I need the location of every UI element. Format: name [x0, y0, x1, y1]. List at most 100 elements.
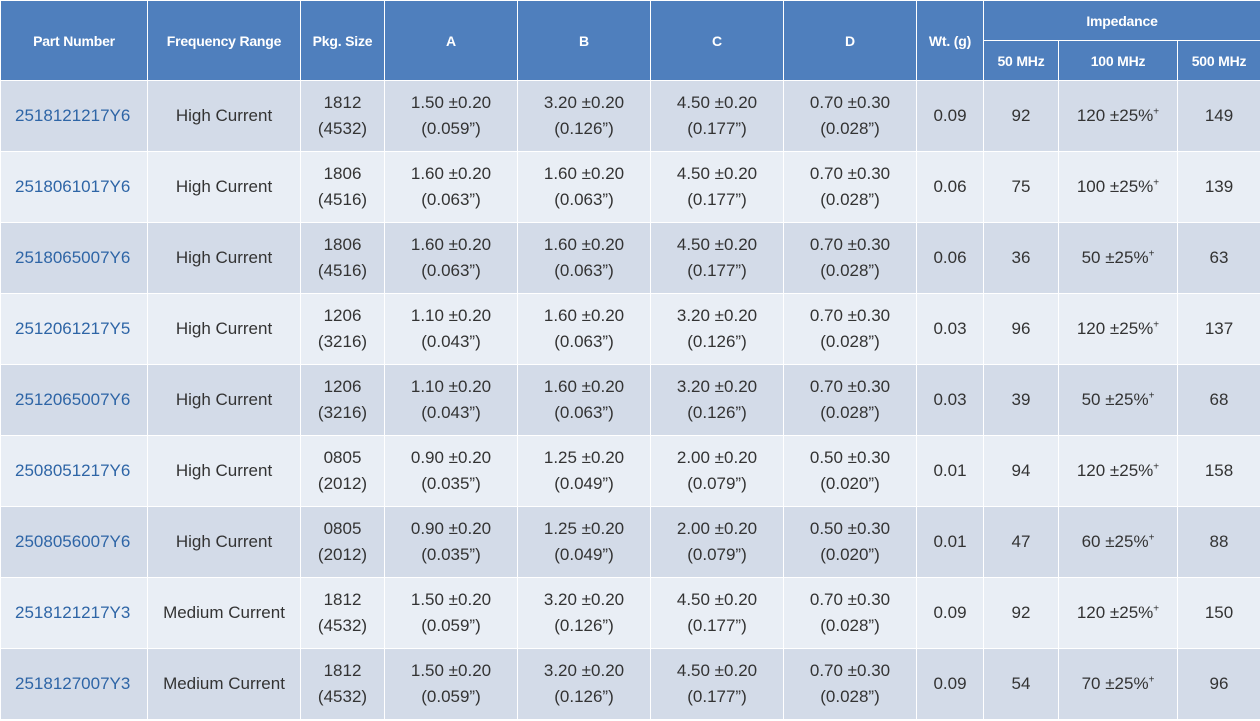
pkg-size-cell: 1206 (3216)	[300, 293, 385, 365]
impedance-100mhz-cell: 120 ±25%+	[1058, 293, 1178, 365]
frequency-range-cell: High Current	[147, 293, 301, 365]
impedance-100mhz-value: 120 ±25%	[1076, 106, 1154, 125]
impedance-note-marker: +	[1153, 319, 1160, 331]
part-number-link[interactable]: 2518121217Y6	[15, 106, 130, 125]
dim-a-cell-line: 1.50 ±0.20	[410, 661, 492, 680]
dim-a-cell-line: (0.035”)	[421, 474, 481, 493]
pkg-size-cell-line: (4516)	[317, 190, 368, 209]
part-number-link[interactable]: 2518065007Y6	[15, 248, 130, 267]
dim-b-cell-line: 1.25 ±0.20	[543, 519, 625, 538]
pkg-size-cell: 1812 (4532)	[300, 648, 385, 720]
pkg-size-cell: 1812 (4532)	[300, 577, 385, 649]
impedance-500mhz-cell: 150	[1176, 577, 1260, 649]
impedance-note-marker: +	[1153, 106, 1160, 118]
weight-cell: 0.06	[916, 151, 984, 223]
pkg-size-cell-line: 0805	[323, 448, 362, 467]
part-number-cell: 2518065007Y6	[0, 222, 148, 294]
part-number-link[interactable]: 2518127007Y3	[15, 674, 130, 693]
impedance-500mhz-cell: 158	[1176, 435, 1260, 507]
dim-c-cell-line: 4.50 ±0.20	[676, 164, 758, 183]
dim-d-cell: 0.70 ±0.30 (0.028”)	[783, 577, 917, 649]
dim-a-cell-line: 1.10 ±0.20	[410, 306, 492, 325]
dim-b-cell: 3.20 ±0.20 (0.126”)	[517, 648, 651, 720]
dim-b-cell-line: (0.049”)	[554, 545, 614, 564]
header-b: B	[517, 0, 651, 81]
pkg-size-cell-line: 1806	[323, 235, 362, 254]
part-number-link[interactable]: 2518121217Y3	[15, 603, 130, 622]
dim-a-cell: 1.10 ±0.20 (0.043”)	[384, 364, 518, 436]
dim-a-cell-line: (0.063”)	[421, 261, 481, 280]
dim-d-cell-line: 0.50 ±0.30	[809, 448, 891, 467]
dim-a-cell-line: (0.035”)	[421, 545, 481, 564]
dim-a-cell-line: (0.043”)	[421, 403, 481, 422]
dim-b-cell-line: (0.049”)	[554, 474, 614, 493]
part-number-cell: 2518061017Y6	[0, 151, 148, 223]
impedance-500mhz-cell: 96	[1176, 648, 1260, 720]
weight-cell: 0.06	[916, 222, 984, 294]
part-number-cell: 2508056007Y6	[0, 506, 148, 578]
pkg-size-cell-line: 1812	[323, 93, 362, 112]
header-part-number: Part Number	[0, 0, 148, 81]
impedance-100mhz-cell: 120 ±25%+	[1058, 435, 1178, 507]
dim-b-cell-line: 1.25 ±0.20	[543, 448, 625, 467]
dim-c-cell-line: (0.079”)	[687, 545, 747, 564]
dim-c-cell-line: 4.50 ±0.20	[676, 590, 758, 609]
dim-a-cell: 0.90 ±0.20 (0.035”)	[384, 435, 518, 507]
pkg-size-cell: 0805 (2012)	[300, 506, 385, 578]
impedance-100mhz-value: 50 ±25%	[1081, 248, 1149, 267]
table-row: 2518121217Y6 High Current 1812 (4532) 1.50 ±…	[0, 80, 1260, 152]
impedance-50mhz-cell: 47	[983, 506, 1059, 578]
pkg-size-cell-line: (4532)	[317, 687, 368, 706]
dim-a-cell: 1.60 ±0.20 (0.063”)	[384, 151, 518, 223]
impedance-100mhz-cell: 100 ±25%+	[1058, 151, 1178, 223]
dim-d-cell: 0.70 ±0.30 (0.028”)	[783, 364, 917, 436]
part-number-link[interactable]: 2512065007Y6	[15, 390, 130, 409]
header-c: C	[650, 0, 784, 81]
table-row: 2518061017Y6 High Current 1806 (4516) 1.60 ±…	[0, 151, 1260, 223]
dim-c-cell: 4.50 ±0.20 (0.177”)	[650, 151, 784, 223]
header-frequency-range: Frequency Range	[147, 0, 301, 81]
dim-a-cell-line: (0.059”)	[421, 687, 481, 706]
dim-d-cell-line: 0.50 ±0.30	[809, 519, 891, 538]
impedance-100mhz-value: 120 ±25%	[1076, 461, 1154, 480]
part-number-link[interactable]: 2518061017Y6	[15, 177, 130, 196]
impedance-500mhz-cell: 88	[1176, 506, 1260, 578]
dim-d-cell-line: (0.028”)	[820, 190, 880, 209]
header-a: A	[384, 0, 518, 81]
part-number-link[interactable]: 2508056007Y6	[15, 532, 130, 551]
dim-d-cell-line: (0.028”)	[820, 261, 880, 280]
impedance-note-marker: +	[1153, 603, 1160, 615]
impedance-50mhz-cell: 39	[983, 364, 1059, 436]
table-row: 2512065007Y6 High Current 1206 (3216) 1.10 ±…	[0, 364, 1260, 436]
dim-d-cell-line: (0.028”)	[820, 119, 880, 138]
pkg-size-cell-line: (4516)	[317, 261, 368, 280]
dim-c-cell: 4.50 ±0.20 (0.177”)	[650, 648, 784, 720]
weight-cell: 0.09	[916, 80, 984, 152]
dim-d-cell-line: (0.020”)	[820, 474, 880, 493]
frequency-range-cell: High Current	[147, 506, 301, 578]
impedance-500mhz-cell: 68	[1176, 364, 1260, 436]
part-number-link[interactable]: 2512061217Y5	[15, 319, 130, 338]
dim-c-cell-line: (0.177”)	[687, 616, 747, 635]
pkg-size-cell-line: (3216)	[317, 332, 368, 351]
impedance-100mhz-value: 120 ±25%	[1076, 319, 1154, 338]
dim-d-cell-line: 0.70 ±0.30	[809, 590, 891, 609]
part-number-link[interactable]: 2508051217Y6	[15, 461, 130, 480]
dim-c-cell: 4.50 ±0.20 (0.177”)	[650, 80, 784, 152]
dim-d-cell: 0.50 ±0.30 (0.020”)	[783, 435, 917, 507]
frequency-range-cell: High Current	[147, 364, 301, 436]
impedance-note-marker: +	[1153, 177, 1160, 189]
table-row: 2518065007Y6 High Current 1806 (4516) 1.60 ±…	[0, 222, 1260, 294]
dim-b-cell-line: 1.60 ±0.20	[543, 164, 625, 183]
dim-d-cell-line: (0.028”)	[820, 687, 880, 706]
frequency-range-cell: High Current	[147, 435, 301, 507]
dim-a-cell: 1.50 ±0.20 (0.059”)	[384, 577, 518, 649]
header-pkg-size: Pkg. Size	[300, 0, 385, 81]
dim-c-cell-line: (0.126”)	[687, 403, 747, 422]
dim-b-cell-line: 1.60 ±0.20	[543, 235, 625, 254]
dim-b-cell-line: 3.20 ±0.20	[543, 93, 625, 112]
impedance-100mhz-cell: 120 ±25%+	[1058, 577, 1178, 649]
dim-a-cell-line: 0.90 ±0.20	[410, 519, 492, 538]
dim-c-cell-line: (0.177”)	[687, 119, 747, 138]
dim-b-cell: 1.60 ±0.20 (0.063”)	[517, 222, 651, 294]
